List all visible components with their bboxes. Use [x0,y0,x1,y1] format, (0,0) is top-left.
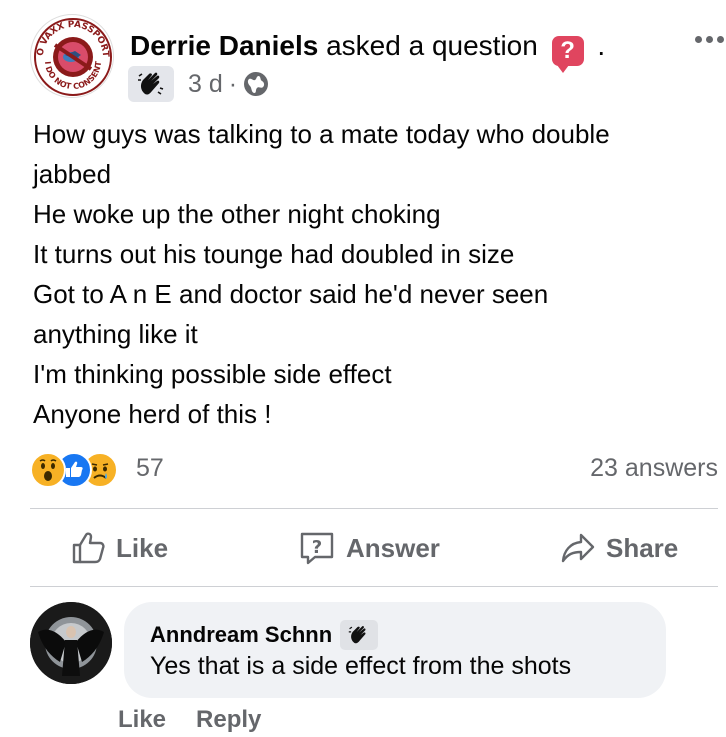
comment-author-name[interactable]: Anndream Schnn [150,622,332,648]
share-arrow-icon [561,533,595,563]
reactions-summary: 57 23 answers [30,452,718,490]
wave-badge-icon[interactable] [128,66,174,102]
wow-reaction-icon [30,452,66,488]
answer-button-label: Answer [346,532,440,563]
thumbs-up-icon [72,532,105,564]
author-avatar[interactable]: NO VAXX PASSPORTS I DO NOT CONSENT [30,14,114,98]
comment-like-link[interactable]: Like [118,706,166,734]
post-body-line: He woke up the other night choking [33,199,441,229]
svg-text:?: ? [312,537,322,558]
wave-badge-icon[interactable] [340,620,379,650]
globe-icon [244,72,269,96]
post-body-line: Anyone herd of this ! [33,399,272,429]
author-name[interactable]: Derrie Daniels [130,30,318,61]
post-meta: 3 d · [128,66,269,102]
comment-reply-link[interactable]: Reply [196,706,261,734]
post-body-line: I'm thinking possible side effect [33,359,392,389]
post-body-line: Got to A n E and doctor said he'd never … [33,279,549,309]
post-timestamp[interactable]: 3 d [188,70,223,99]
post-body: How guys was talking to a mate today who… [33,114,723,434]
author-action-text: asked a question [326,30,538,61]
comment-actions: Like Reply [118,706,261,734]
more-options-icon[interactable] [695,36,724,43]
meta-separator: · [228,69,238,98]
comment: Anndream Schnn Yes that is a side effect… [30,600,720,700]
post-body-line: How guys was talking to a mate today who… [33,119,610,149]
like-button-label: Like [116,532,169,563]
share-button[interactable]: Share [560,530,678,566]
trailing-dot: . [597,30,606,61]
post-header: NO VAXX PASSPORTS I DO NOT CONSENT Derri… [30,14,726,104]
author-line: Derrie Daniels asked a question ? . [130,30,606,73]
post-actions: Like ? Answer Share [30,512,718,584]
answer-button[interactable]: ? Answer [298,530,440,566]
divider [30,586,718,587]
question-icon: ? [551,36,584,73]
answers-count[interactable]: 23 answers [590,454,718,483]
answer-question-icon: ? [300,532,334,565]
post-body-line: jabbed [33,159,112,189]
divider [30,508,718,509]
no-vaxx-passports-badge-icon: NO VAXX PASSPORTS I DO NOT CONSENT [31,15,113,97]
share-button-label: Share [606,532,679,563]
comment-bubble: Anndream Schnn Yes that is a side effect… [124,602,666,698]
reaction-count[interactable]: 57 [136,454,164,483]
post-body-line: anything like it [33,319,198,349]
reaction-icons[interactable] [30,452,118,488]
comment-author-row: Anndream Schnn [150,620,379,650]
comment-text: Yes that is a side effect from the shots [150,652,572,680]
post-body-line: It turns out his tounge had doubled in s… [33,239,515,269]
like-button[interactable]: Like [70,530,168,566]
commenter-avatar[interactable] [30,602,112,684]
